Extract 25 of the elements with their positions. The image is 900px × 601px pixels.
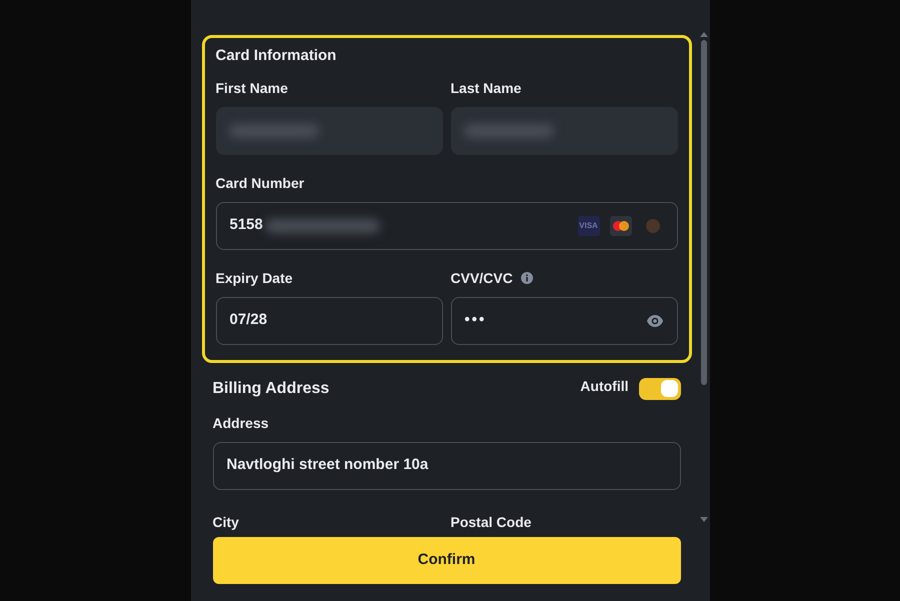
field-label: Last Name [450,78,522,98]
field-label: City [212,512,240,532]
input-field[interactable]: Navtloghi street nomber 10a [212,442,680,490]
field-label: Expiry Date [216,268,294,288]
autofill-toggle[interactable] [638,378,680,400]
field-label: Postal Code [450,512,532,532]
confirm-button[interactable]: Confirm [212,536,680,584]
input-field[interactable]: 5158 VISA [216,202,678,250]
info-icon[interactable] [520,272,533,284]
section-title: Billing Address [212,378,330,398]
eye-icon[interactable] [646,314,664,328]
field-label: Address [212,414,270,432]
scrollbar[interactable] [700,32,708,522]
card-brand-icon [646,218,660,232]
field-label: First Name [216,78,289,98]
input-field[interactable]: ••• [450,296,678,344]
input-field[interactable]: 07/28 [216,296,442,344]
toggle-label: Autofill [580,377,628,396]
input-field[interactable] [450,106,678,154]
field-label: CVV/CVC [450,268,513,288]
visa-icon: VISA [578,216,600,236]
mastercard-icon [610,216,632,236]
input-field[interactable] [216,106,442,154]
field-label: Card Number [216,174,306,192]
section-title: Card Information [216,46,338,66]
